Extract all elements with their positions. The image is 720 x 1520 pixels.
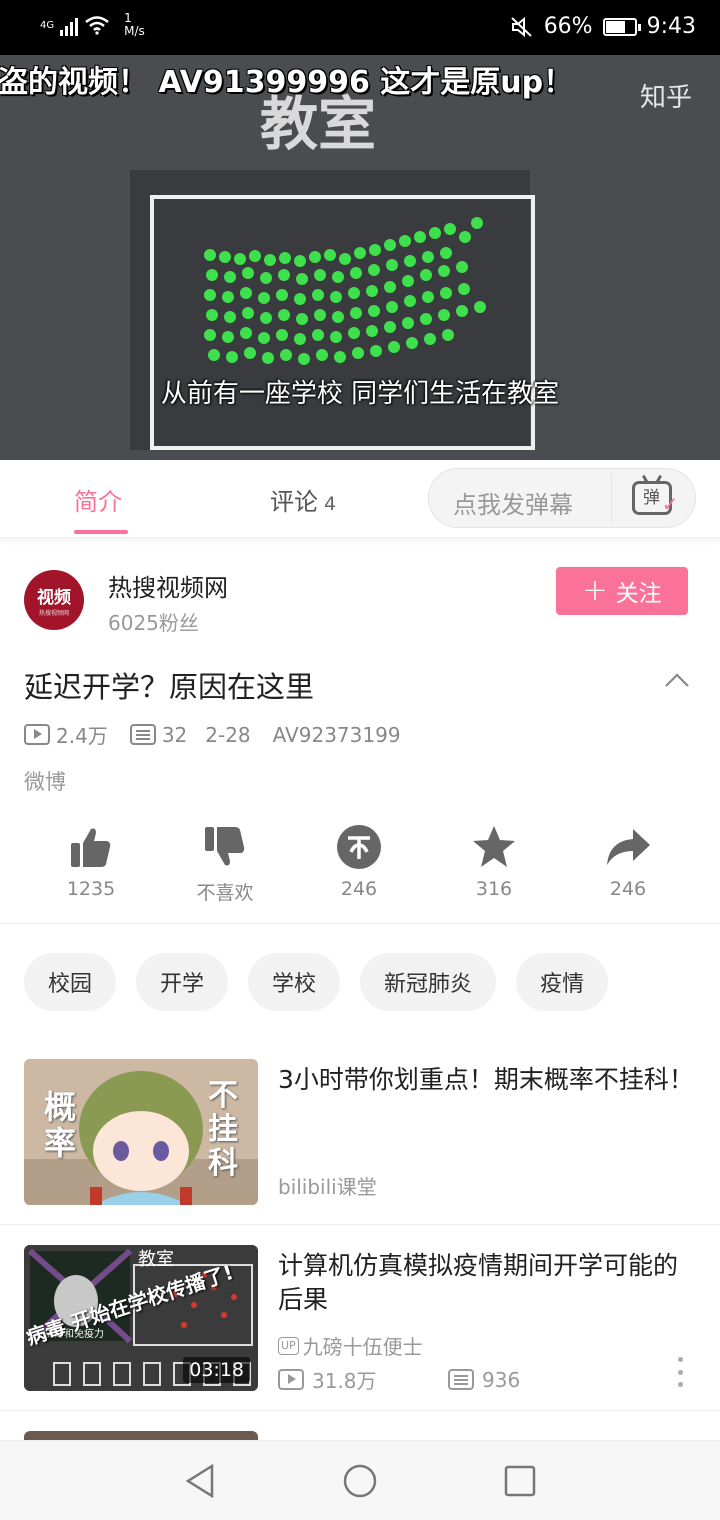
recommended-title: 计算机仿真模拟疫情期间开学可能的后果 bbox=[278, 1251, 679, 1314]
system-nav-bar bbox=[0, 1440, 720, 1520]
signal-icon bbox=[60, 14, 79, 36]
dislike-button[interactable]: 不喜欢 bbox=[165, 820, 285, 905]
thumb-label: 教室 bbox=[138, 1249, 174, 1270]
recents-icon[interactable] bbox=[500, 1463, 540, 1499]
thumb-text-left: 概率 bbox=[44, 1088, 77, 1162]
network-speed: 1 M/s bbox=[124, 11, 145, 38]
detail-tabs: 简介 评论 4 点我发弹幕 弹 ✓ bbox=[0, 460, 720, 538]
tag-chip[interactable]: 开学 bbox=[136, 953, 229, 1011]
uploader-avatar[interactable]: 视频 热搜视频网 bbox=[24, 570, 84, 630]
danmaku-comment: 盗的视频！ AV91399996 这才是原up！ bbox=[0, 65, 574, 100]
uploader-name[interactable]: 热搜视频网 bbox=[108, 568, 228, 603]
thumbs-up-icon bbox=[71, 828, 111, 867]
particle-cluster bbox=[204, 217, 486, 365]
recommended-thumbnail: 概率 不挂科 bbox=[24, 1059, 258, 1205]
network-type: 4G bbox=[40, 19, 55, 31]
more-options-icon[interactable] bbox=[678, 1357, 684, 1387]
mute-icon bbox=[510, 16, 532, 37]
danmaku-count: 32 bbox=[161, 722, 188, 747]
status-bar: 4G 1 M/s 66% 9:43 bbox=[0, 0, 720, 55]
recommended-uploader: UP 九磅十伍便士 bbox=[278, 1331, 423, 1360]
tag-chip[interactable]: 校园 bbox=[24, 953, 117, 1011]
coin-icon bbox=[337, 825, 381, 869]
publish-date: 2-28 bbox=[205, 722, 251, 747]
danmaku-count-icon bbox=[129, 724, 156, 745]
action-bar: 1235 不喜欢 246 316 246 bbox=[0, 820, 720, 924]
clock: 9:43 bbox=[646, 14, 696, 39]
wifi-icon bbox=[85, 16, 109, 35]
favorite-button[interactable]: 316 bbox=[434, 820, 554, 900]
video-title: 延迟开学？原因在这里 bbox=[24, 670, 315, 704]
recommended-stats: 31.8万 936 bbox=[278, 1365, 520, 1394]
thumbs-down-icon bbox=[205, 827, 245, 866]
tag-list: 校园 开学 学校 新冠肺炎 疫情 bbox=[24, 953, 609, 1011]
share-button[interactable]: 246 bbox=[568, 820, 688, 900]
tag-chip[interactable]: 新冠肺炎 bbox=[360, 953, 497, 1011]
follow-button[interactable]: + 关注 bbox=[556, 567, 688, 615]
danmaku-toggle-button[interactable]: 弹 ✓ bbox=[611, 473, 691, 523]
coin-button[interactable]: 246 bbox=[299, 820, 419, 900]
video-meta: 2.4万 32 2-28 AV92373199 bbox=[24, 720, 401, 749]
recommended-item-partial[interactable] bbox=[24, 1431, 258, 1440]
tab-comments[interactable]: 评论 4 bbox=[270, 482, 336, 517]
back-icon[interactable] bbox=[182, 1463, 222, 1499]
recommended-item[interactable]: 概率 不挂科 3小时带你划重点！期末概率不挂科！ bilibili课堂 bbox=[0, 1059, 720, 1225]
view-count: 2.4万 bbox=[56, 724, 108, 748]
danmaku-tv-icon: 弹 ✓ bbox=[631, 481, 679, 516]
tab-intro[interactable]: 简介 bbox=[74, 482, 122, 517]
up-badge: UP bbox=[278, 1336, 299, 1355]
danmaku-placeholder: 点我发弹幕 bbox=[453, 491, 573, 519]
danmaku-input[interactable]: 点我发弹幕 弹 ✓ bbox=[428, 468, 696, 528]
star-icon bbox=[473, 826, 515, 867]
chevron-up-icon[interactable] bbox=[664, 668, 690, 694]
video-watermark: 知乎 bbox=[639, 83, 692, 113]
home-icon[interactable] bbox=[340, 1463, 380, 1499]
tab-active-indicator bbox=[74, 530, 128, 534]
av-id: AV92373199 bbox=[272, 722, 401, 747]
like-button[interactable]: 1235 bbox=[31, 820, 151, 900]
play-count-icon bbox=[278, 1369, 304, 1390]
plus-icon: + bbox=[582, 573, 608, 608]
battery-percent: 66% bbox=[543, 14, 593, 39]
video-subtitle: 从前有一座学校 同学们生活在教室 bbox=[160, 379, 560, 409]
video-player[interactable]: 教室 盗的视频！ AV91399996 这才是原up！ 知乎 从前有一座学校 同… bbox=[0, 55, 720, 460]
recommended-item[interactable]: 教室 抵抗力和免疫力 病毒 开始在学校传播了! 03:18 计算机仿真模拟疫情期… bbox=[0, 1245, 720, 1411]
fans-count: 6025粉丝 bbox=[108, 611, 199, 635]
tag-chip[interactable]: 疫情 bbox=[516, 953, 609, 1011]
video-source: 微博 bbox=[24, 770, 66, 794]
recommended-source: bilibili课堂 bbox=[278, 1175, 377, 1199]
play-count-icon bbox=[24, 724, 50, 745]
video-duration: 03:18 bbox=[183, 1357, 250, 1383]
danmaku-count-icon bbox=[448, 1369, 474, 1390]
thumb-text-right: 不挂科 bbox=[208, 1078, 238, 1181]
comment-count: 4 bbox=[324, 493, 337, 515]
tag-chip[interactable]: 学校 bbox=[248, 953, 341, 1011]
recommended-title: 3小时带你划重点！期末概率不挂科！ bbox=[278, 1065, 694, 1094]
battery-icon bbox=[602, 17, 641, 36]
recommended-thumbnail: 教室 抵抗力和免疫力 病毒 开始在学校传播了! 03:18 bbox=[24, 1245, 258, 1391]
share-icon bbox=[607, 829, 650, 865]
